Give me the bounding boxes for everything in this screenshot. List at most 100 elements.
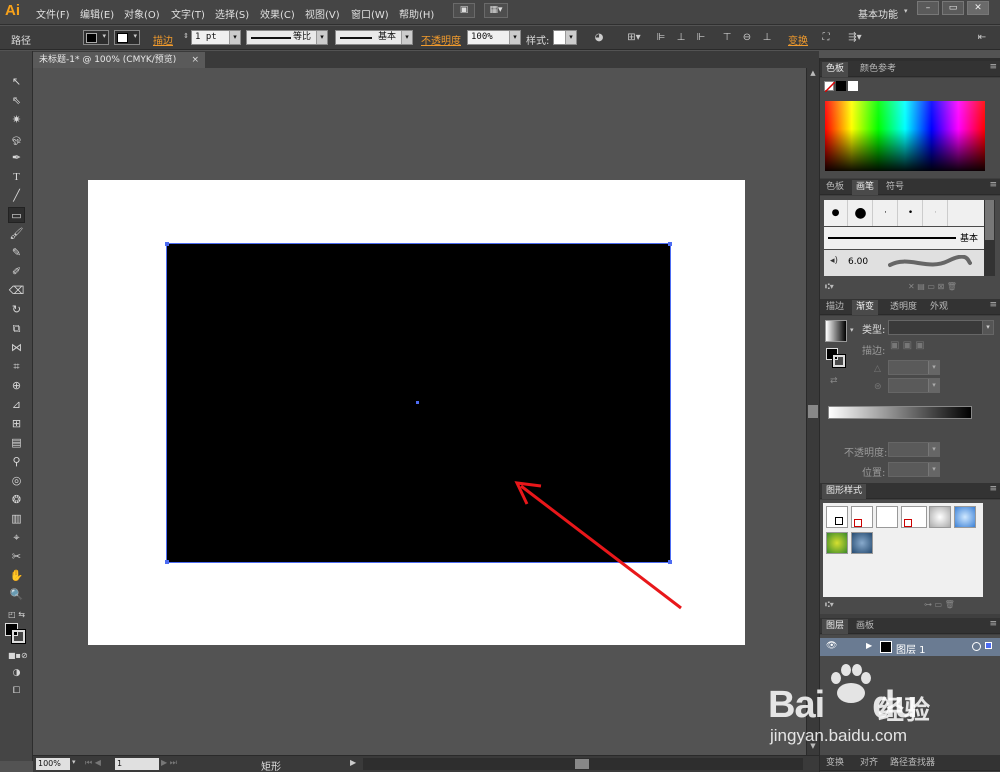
anchor-top-left[interactable] xyxy=(165,242,169,246)
align-right-icon[interactable]: ⊩ xyxy=(694,31,708,44)
brush-dot-faint[interactable]: · xyxy=(924,200,948,226)
symbol-sprayer-tool-icon[interactable]: ❂ xyxy=(8,492,25,508)
expand-layer-icon[interactable]: ▶ xyxy=(866,641,872,650)
free-transform-tool-icon[interactable]: ⌗ xyxy=(8,359,25,375)
menu-file[interactable]: 文件(F) xyxy=(36,6,70,21)
align-middle-icon[interactable]: ⊖ xyxy=(740,31,754,44)
align-to-icon[interactable]: ⊞▾ xyxy=(624,31,644,44)
next-artboard-icon[interactable]: ▶ ⏭ xyxy=(161,758,177,768)
gradient-thumb-dropdown-icon[interactable]: ▾ xyxy=(850,326,854,334)
opacity-dropdown[interactable]: ▾ xyxy=(509,30,521,45)
align-bottom-icon[interactable]: ⊥ xyxy=(760,31,774,44)
tab-swatches[interactable]: 色板 xyxy=(822,62,849,77)
align-top-icon[interactable]: ⊤ xyxy=(720,31,734,44)
tab-graphic-styles[interactable]: 图形样式 xyxy=(822,484,867,499)
menu-window[interactable]: 窗口(W) xyxy=(351,6,389,21)
brush-panel-scrollbar[interactable] xyxy=(984,200,995,276)
vertical-scrollbar[interactable]: ▲ ▼ xyxy=(806,68,819,755)
color-spectrum[interactable] xyxy=(825,101,985,171)
zoom-dropdown-icon[interactable]: ▾ xyxy=(72,758,76,766)
fill-swatch[interactable]: ▾ xyxy=(83,30,109,45)
brush-dot-tiny[interactable]: · xyxy=(874,200,898,226)
tab-artboards[interactable]: 画板 xyxy=(852,619,878,634)
scale-tool-icon[interactable]: ⧉ xyxy=(8,321,25,337)
eraser-tool-icon[interactable]: ⌫ xyxy=(8,283,25,299)
styles-library-icon[interactable]: ⑆▾ xyxy=(825,600,834,609)
tab-close-icon[interactable]: × xyxy=(191,52,199,68)
brush-dot-large[interactable]: ● xyxy=(849,200,873,226)
width-tool-icon[interactable]: ⋈ xyxy=(8,340,25,356)
stop-opacity-field[interactable]: ▾ xyxy=(888,442,940,457)
tab-stroke[interactable]: 描边 xyxy=(822,300,848,315)
arrange-documents-icon[interactable]: ▦▾ xyxy=(484,3,508,18)
menu-effect[interactable]: 效果(C) xyxy=(260,6,295,21)
opacity-field[interactable]: 100% xyxy=(467,30,511,45)
artboard-tool-icon[interactable]: ⌖ xyxy=(8,530,25,546)
brush-dot-small[interactable]: ● xyxy=(824,200,848,226)
pen-tool-icon[interactable]: ✒ xyxy=(8,150,25,166)
drawing-mode-icon[interactable]: ◑ xyxy=(8,665,25,681)
rotate-tool-icon[interactable]: ↻ xyxy=(8,302,25,318)
column-graph-tool-icon[interactable]: ▥ xyxy=(8,511,25,527)
anchor-bottom-left[interactable] xyxy=(165,560,169,564)
basic-brush-row[interactable]: 基本 xyxy=(824,227,984,249)
default-fill-stroke-icon[interactable]: ◰ ⇆ xyxy=(8,607,25,623)
gradient-panel-menu-icon[interactable]: ≡ xyxy=(989,300,997,310)
canvas-area[interactable] xyxy=(33,68,806,755)
scroll-up-icon[interactable]: ▲ xyxy=(808,69,818,79)
anchor-top-right[interactable] xyxy=(668,242,672,246)
layer-selection-indicator[interactable] xyxy=(985,642,992,649)
recolor-artwork-icon[interactable]: ◕ xyxy=(592,31,606,44)
close-button[interactable]: ✕ xyxy=(967,1,989,15)
stop-position-field[interactable]: ▾ xyxy=(888,462,940,477)
direct-selection-tool-icon[interactable]: ⇖ xyxy=(8,93,25,109)
menu-view[interactable]: 视图(V) xyxy=(305,6,340,21)
stroke-weight-field[interactable]: 1 pt xyxy=(191,30,231,45)
color-panel-menu-icon[interactable]: ≡ xyxy=(989,62,997,72)
white-swatch[interactable] xyxy=(848,81,858,91)
style-blue-pattern[interactable] xyxy=(851,532,873,554)
lasso-tool-icon[interactable]: ஓ xyxy=(8,131,25,147)
graphic-styles-menu-icon[interactable]: ≡ xyxy=(989,484,997,494)
style-default-stroke[interactable] xyxy=(851,506,873,528)
opacity-link[interactable]: 不透明度 xyxy=(421,32,461,47)
stroke-link[interactable]: 描边 xyxy=(153,32,173,47)
workspace-switcher[interactable]: 基本功能 xyxy=(858,6,898,21)
rectangle-tool-icon[interactable]: ▭ xyxy=(8,207,25,223)
perspective-grid-tool-icon[interactable]: ⊿ xyxy=(8,397,25,413)
menu-edit[interactable]: 编辑(E) xyxy=(80,6,114,21)
layer-name[interactable]: 图层 1 xyxy=(896,641,926,656)
reverse-gradient-icon[interactable]: ⇄ xyxy=(830,376,838,386)
tab-gradient[interactable]: 渐变 xyxy=(852,300,879,315)
gradient-type-dropdown[interactable]: ▾ xyxy=(888,320,994,335)
gradient-slider[interactable] xyxy=(828,406,972,419)
pencil-tool-icon[interactable]: ✎ xyxy=(8,245,25,261)
style-white[interactable] xyxy=(876,506,898,528)
shape-builder-tool-icon[interactable]: ⊕ xyxy=(8,378,25,394)
workspace-chevron-icon[interactable]: ▾ xyxy=(904,7,908,15)
stroke-color-icon[interactable] xyxy=(11,629,26,644)
center-point[interactable] xyxy=(416,401,419,404)
artboard-number-field[interactable]: 1 xyxy=(115,758,159,770)
style-gray-shadow[interactable] xyxy=(929,506,951,528)
selection-tool-icon[interactable]: ↖ xyxy=(8,74,25,90)
horizontal-scrollbar[interactable] xyxy=(363,758,803,770)
variable-width-profile[interactable]: 等比 ▾ xyxy=(246,30,328,45)
black-swatch[interactable] xyxy=(836,81,846,91)
menu-help[interactable]: 帮助(H) xyxy=(399,6,434,21)
document-tab[interactable]: 未标题-1* @ 100% (CMYK/预览) × xyxy=(33,52,205,68)
tab-swatches-2[interactable]: 色板 xyxy=(822,180,848,195)
blob-brush-tool-icon[interactable]: ✐ xyxy=(8,264,25,280)
line-tool-icon[interactable]: ╱ xyxy=(8,188,25,204)
brush-dot-angled[interactable]: • xyxy=(899,200,923,226)
transform-link[interactable]: 变换 xyxy=(788,32,808,47)
layer-row[interactable]: 👁 ▶ 图层 1 xyxy=(820,638,1000,656)
brush-library-icon[interactable]: ⑆▾ xyxy=(825,282,834,291)
control-panel-menu-icon[interactable]: ⇤ xyxy=(975,31,989,44)
stroke-gradient-options-icon[interactable]: ▣ ▣ ▣ xyxy=(890,340,925,351)
brush-panel-menu-icon[interactable]: ≡ xyxy=(989,180,997,190)
gradient-thumbnail[interactable] xyxy=(825,320,847,342)
brush-footer-icons[interactable]: ✕ ▤ ▭ ⊠ 🗑 xyxy=(908,282,957,291)
art-brush-row[interactable]: ◂) 6.00 xyxy=(824,250,984,276)
type-tool-icon[interactable]: T xyxy=(8,169,25,185)
